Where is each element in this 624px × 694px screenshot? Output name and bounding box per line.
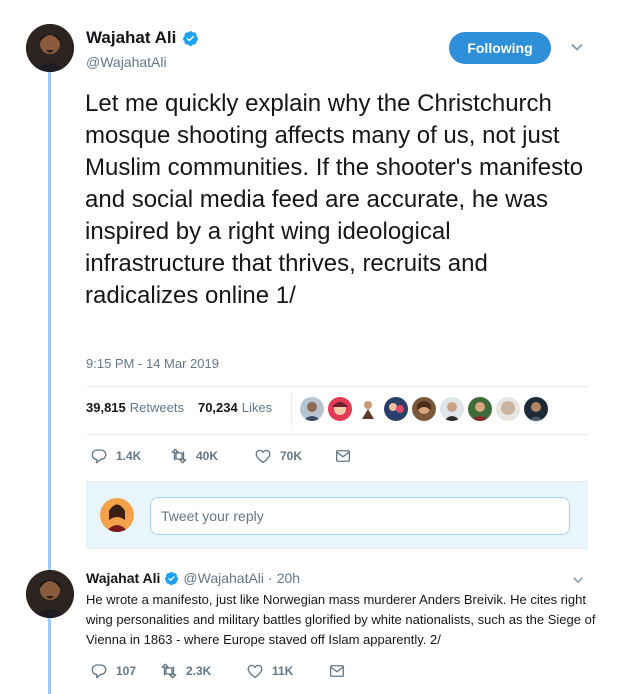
reply-action[interactable]: 1.4K [90, 447, 170, 465]
liker-avatar[interactable] [524, 397, 548, 421]
direct-message-icon [329, 665, 345, 677]
retweet-count: 2.3K [186, 664, 212, 678]
tweet-timestamp[interactable]: 9:15 PM - 14 Mar 2019 [86, 356, 219, 371]
reply-tweet-time[interactable]: 20h [277, 570, 300, 586]
liker-avatar[interactable] [412, 397, 436, 421]
divider [86, 434, 588, 435]
user-avatar[interactable] [100, 498, 134, 532]
direct-message-icon [335, 450, 351, 462]
liker-avatar[interactable] [328, 397, 352, 421]
liker-avatar[interactable] [496, 397, 520, 421]
retweet-action[interactable]: 40K [170, 447, 254, 465]
reply-tweet-actions: 107 2.3K 11K [90, 662, 346, 680]
meta-separator: · [268, 570, 273, 586]
direct-message-action[interactable] [334, 447, 352, 465]
retweets-label[interactable]: Retweets [130, 400, 184, 415]
like-count: 11K [272, 664, 294, 678]
liker-avatars [300, 397, 548, 421]
like-action[interactable]: 70K [254, 447, 334, 465]
reply-count: 107 [116, 664, 137, 678]
chevron-down-icon[interactable] [570, 40, 584, 54]
reply-author-handle[interactable]: @WajahatAli [183, 570, 264, 586]
liker-avatar[interactable] [356, 397, 380, 421]
divider [291, 392, 292, 426]
direct-message-action[interactable] [328, 662, 346, 680]
author-info: Wajahat Ali @WajahatAli [86, 28, 199, 70]
like-icon [255, 449, 271, 464]
retweet-count: 40K [196, 449, 219, 463]
verified-icon [182, 30, 199, 47]
like-icon [247, 664, 263, 679]
liker-avatar[interactable] [440, 397, 464, 421]
reply-author-avatar[interactable] [26, 570, 74, 618]
retweet-icon [171, 448, 187, 464]
retweets-count[interactable]: 39,815 [86, 400, 126, 415]
tweet-actions: 1.4K 40K 70K [90, 447, 352, 465]
liker-avatar[interactable] [384, 397, 408, 421]
reply-count: 1.4K [116, 449, 142, 463]
reply-icon [91, 664, 107, 679]
divider [86, 386, 588, 387]
author-handle[interactable]: @WajahatAli [86, 54, 199, 70]
following-button[interactable]: Following [449, 32, 551, 64]
like-action[interactable]: 11K [246, 662, 328, 680]
reply-tweet-text: He wrote a manifesto, just like Norwegia… [86, 592, 596, 647]
verified-icon [164, 571, 179, 586]
reply-author-name[interactable]: Wajahat Ali [86, 570, 160, 586]
tweet-text: Let me quickly explain why the Christchu… [85, 90, 584, 309]
tweet-stats: 39,815 Retweets 70,234 Likes [86, 400, 272, 415]
liker-avatar[interactable] [300, 397, 324, 421]
like-count: 70K [280, 449, 303, 463]
likes-label[interactable]: Likes [242, 400, 272, 415]
author-name[interactable]: Wajahat Ali [86, 28, 176, 48]
reply-composer [86, 481, 588, 549]
chevron-down-icon[interactable] [572, 574, 584, 586]
reply-action[interactable]: 107 [90, 662, 160, 680]
reply-icon [91, 449, 107, 464]
retweet-icon [161, 663, 177, 679]
author-avatar[interactable] [26, 24, 74, 72]
retweet-action[interactable]: 2.3K [160, 662, 246, 680]
reply-input[interactable] [150, 497, 570, 535]
likes-count[interactable]: 70,234 [198, 400, 238, 415]
liker-avatar[interactable] [468, 397, 492, 421]
reply-tweet-header: Wajahat Ali @WajahatAli · 20h [86, 570, 300, 586]
